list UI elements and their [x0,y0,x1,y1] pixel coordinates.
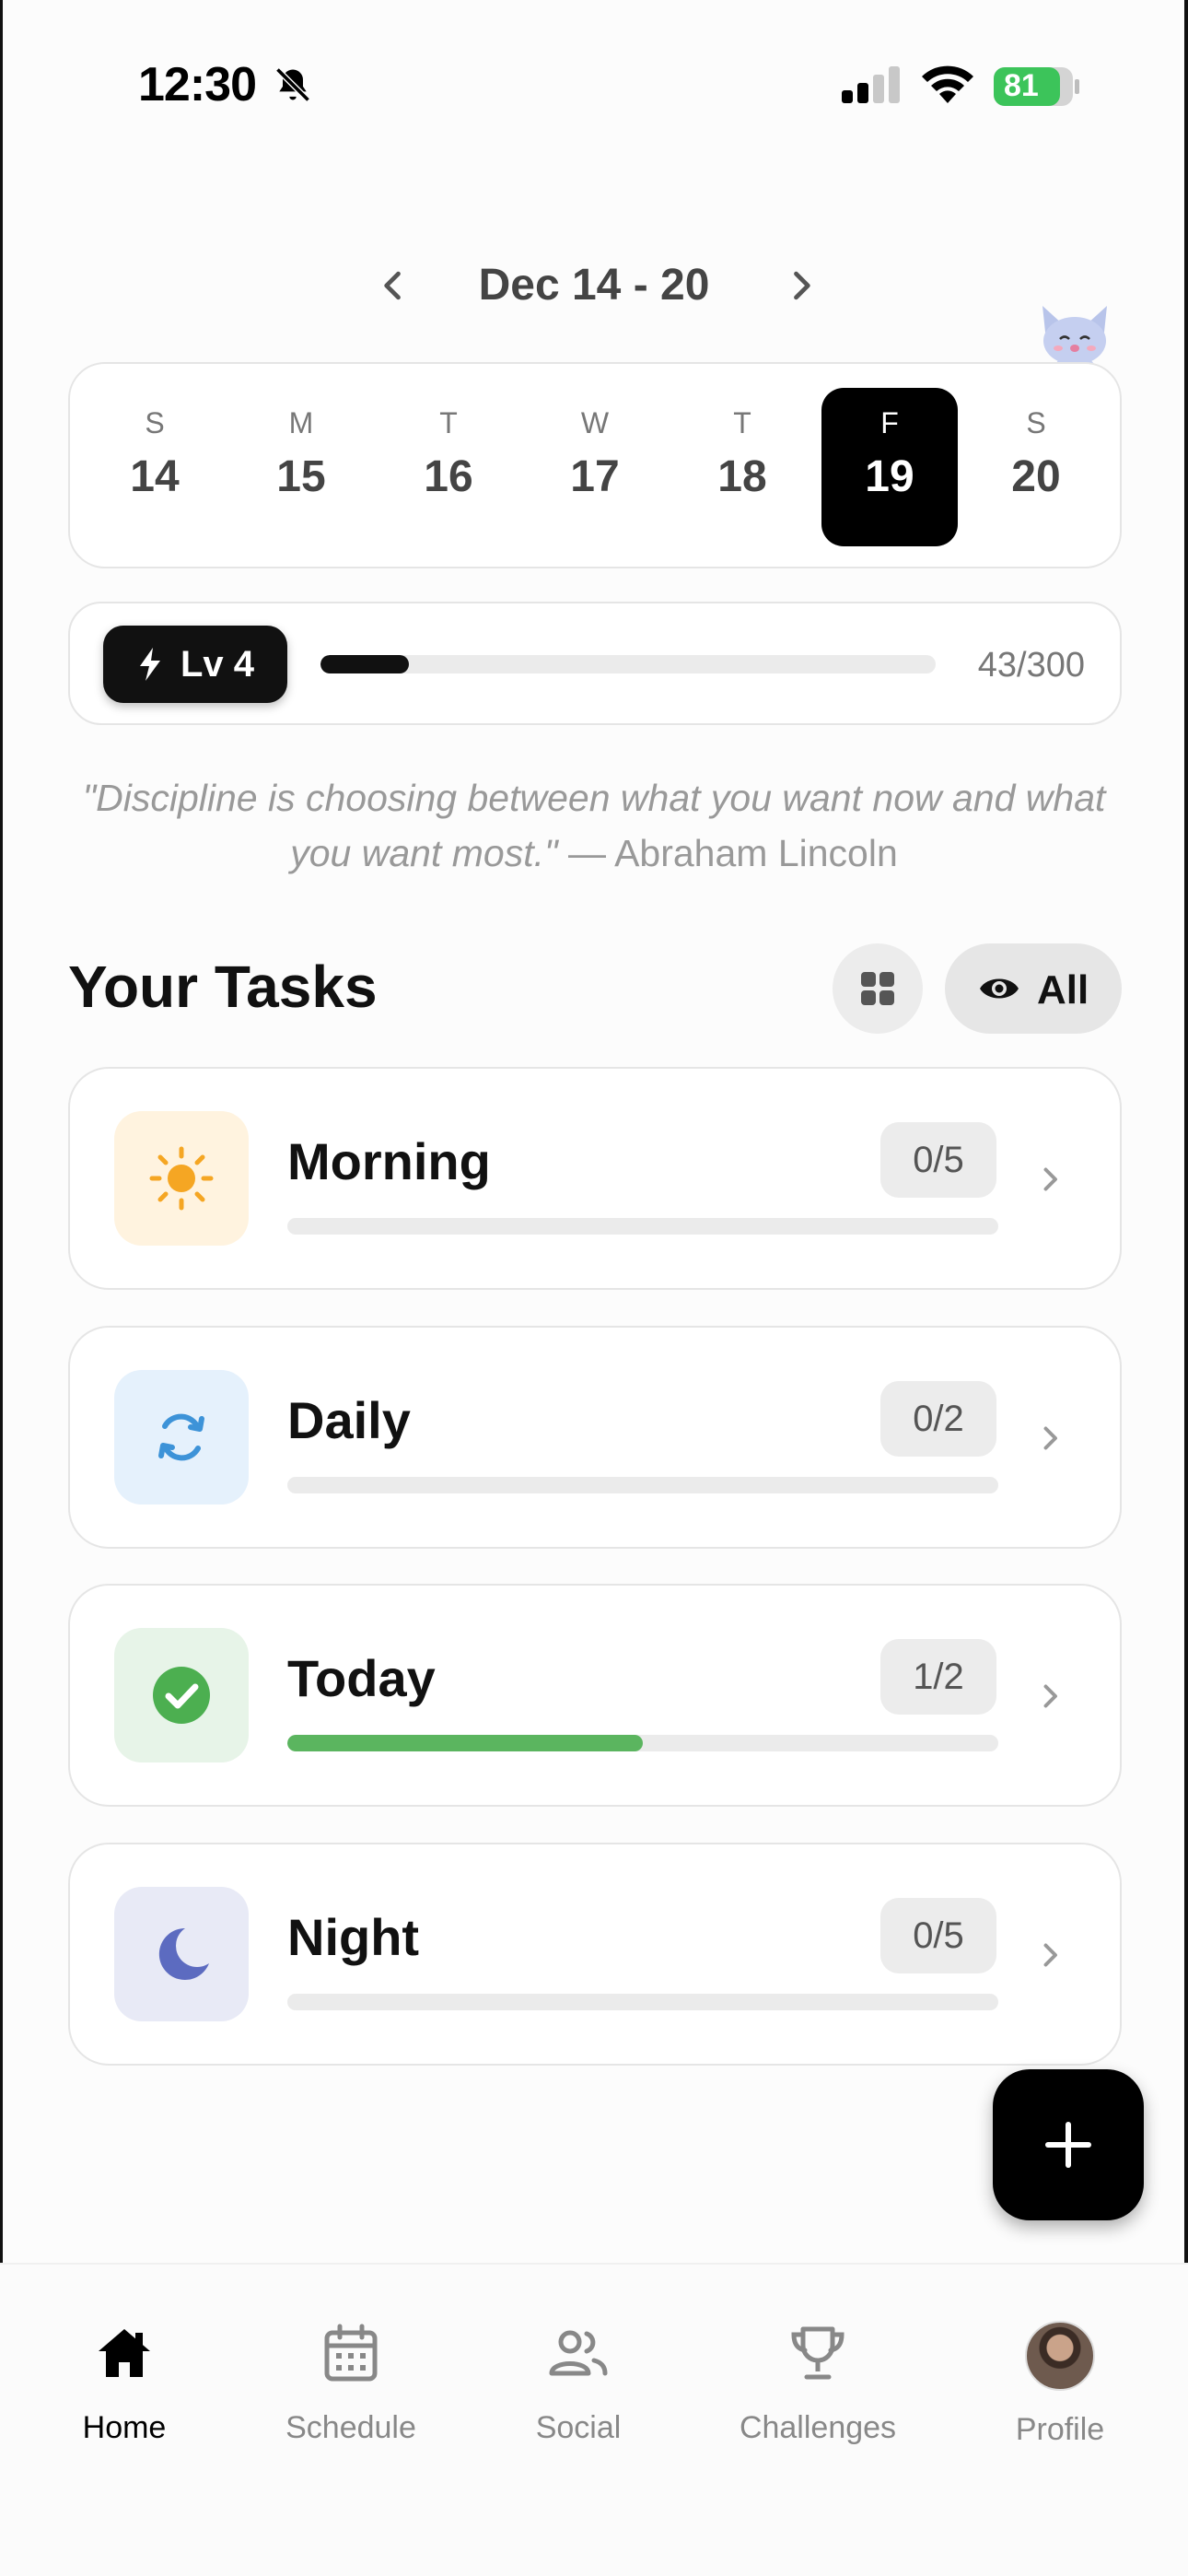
bell-muted-icon [275,67,310,102]
left-edge [0,0,3,2576]
task-card-daily[interactable]: Daily 0/2 [68,1326,1122,1549]
day-number: 18 [717,452,767,501]
filter-all-label: All [1037,967,1089,1013]
day-of-week: M [288,406,314,439]
day-cell[interactable]: S 20 [968,388,1104,546]
wifi-icon [922,65,973,103]
day-cell[interactable]: W 17 [527,388,663,546]
day-of-week: T [733,406,751,439]
task-progress-bar [287,1994,998,2010]
day-of-week: S [1026,406,1046,439]
people-icon [549,2330,608,2376]
week-navigator: Dec 14 - 20 [0,249,1188,322]
day-number: 20 [1011,452,1061,501]
motivational-quote: "Discipline is choosing between what you… [74,770,1114,881]
task-card-today[interactable]: Today 1/2 [68,1584,1122,1807]
tab-schedule[interactable]: Schedule [240,2316,461,2446]
day-of-week: T [439,406,458,439]
tab-social[interactable]: Social [468,2316,689,2446]
quote-author: — Abraham Lincoln [557,832,898,874]
trophy-icon [791,2326,844,2380]
day-number: 15 [276,452,326,501]
grid-icon [861,972,894,1005]
day-of-week: W [580,406,610,439]
battery-percent: 81 [1004,68,1039,103]
tab-challenges[interactable]: Challenges [707,2316,928,2446]
week-day-strip: S 14 M 15 T 16 W 17 T 18 F 19 S 20 [68,362,1122,568]
calendar-icon [324,2324,378,2382]
day-cell[interactable]: T 18 [674,388,810,546]
task-progress-bar [287,1477,998,1493]
chevron-right-icon [1043,1684,1057,1708]
task-progress-bar [287,1735,998,1751]
task-card-night[interactable]: Night 0/5 [68,1843,1122,2066]
xp-progress-fill [320,655,409,673]
task-count-badge: 1/2 [880,1639,996,1715]
day-cell[interactable]: T 16 [380,388,517,546]
tab-label: Profile [1015,2412,1105,2447]
day-cell[interactable]: M 15 [233,388,369,546]
grid-view-button[interactable] [833,943,923,1034]
level-badge: Lv 4 [103,626,287,703]
plus-icon [1045,2122,1091,2168]
tab-label: Schedule [285,2410,416,2445]
avatar [1025,2321,1095,2391]
section-title: Your Tasks [68,954,378,1020]
eye-icon [980,978,1019,999]
chevron-right-icon [1043,1167,1057,1191]
filter-all-button[interactable]: All [945,943,1122,1034]
task-name: Night [287,1908,420,1966]
day-number: 19 [865,452,914,501]
cell-signal-icon [842,66,900,103]
day-cell[interactable]: S 14 [87,388,223,546]
week-range-label: Dec 14 - 20 [478,261,710,310]
tab-profile[interactable]: Profile [949,2316,1171,2448]
sun-icon [149,1146,214,1211]
check-circle-icon [153,1667,210,1724]
task-icon-tile [114,1111,249,1246]
level-label: Lv 4 [181,644,255,685]
xp-progress-bar [320,655,936,673]
status-time: 12:30 [138,58,257,111]
day-of-week: F [880,406,899,439]
day-of-week: S [145,406,165,439]
moon-icon [158,1927,209,1980]
level-progress-card[interactable]: Lv 4 43/300 [68,602,1122,725]
bottom-tab-bar: Home Schedule Social Challenges Profile [0,2263,1188,2576]
task-progress-fill [287,1735,643,1751]
tab-label: Challenges [739,2410,897,2445]
task-count-badge: 0/5 [880,1122,996,1198]
day-cell-selected[interactable]: F 19 [821,388,958,546]
task-count-badge: 0/2 [880,1381,996,1457]
tab-label: Home [82,2410,167,2445]
tab-home[interactable]: Home [14,2316,235,2446]
day-number: 16 [424,452,473,501]
right-edge [1184,0,1188,2576]
task-icon-tile [114,1887,249,2021]
home-icon [99,2329,150,2377]
task-icon-tile [114,1628,249,1762]
task-name: Today [287,1649,436,1707]
chevron-right-icon[interactable] [781,265,821,306]
day-number: 14 [130,452,180,501]
task-card-morning[interactable]: Morning 0/5 [68,1067,1122,1290]
repeat-icon [158,1413,204,1461]
task-icon-tile [114,1370,249,1505]
task-count-badge: 0/5 [880,1898,996,1973]
chevron-right-icon [1043,1943,1057,1967]
task-name: Morning [287,1132,491,1190]
tab-label: Social [535,2410,622,2445]
task-progress-bar [287,1218,998,1235]
lightning-bolt-icon [140,648,160,681]
chevron-right-icon [1043,1426,1057,1450]
xp-count: 43/300 [977,646,1085,685]
day-number: 17 [570,452,620,501]
status-bar: 12:30 81 [0,0,1188,175]
add-task-button[interactable] [993,2069,1144,2220]
task-name: Daily [287,1391,411,1449]
